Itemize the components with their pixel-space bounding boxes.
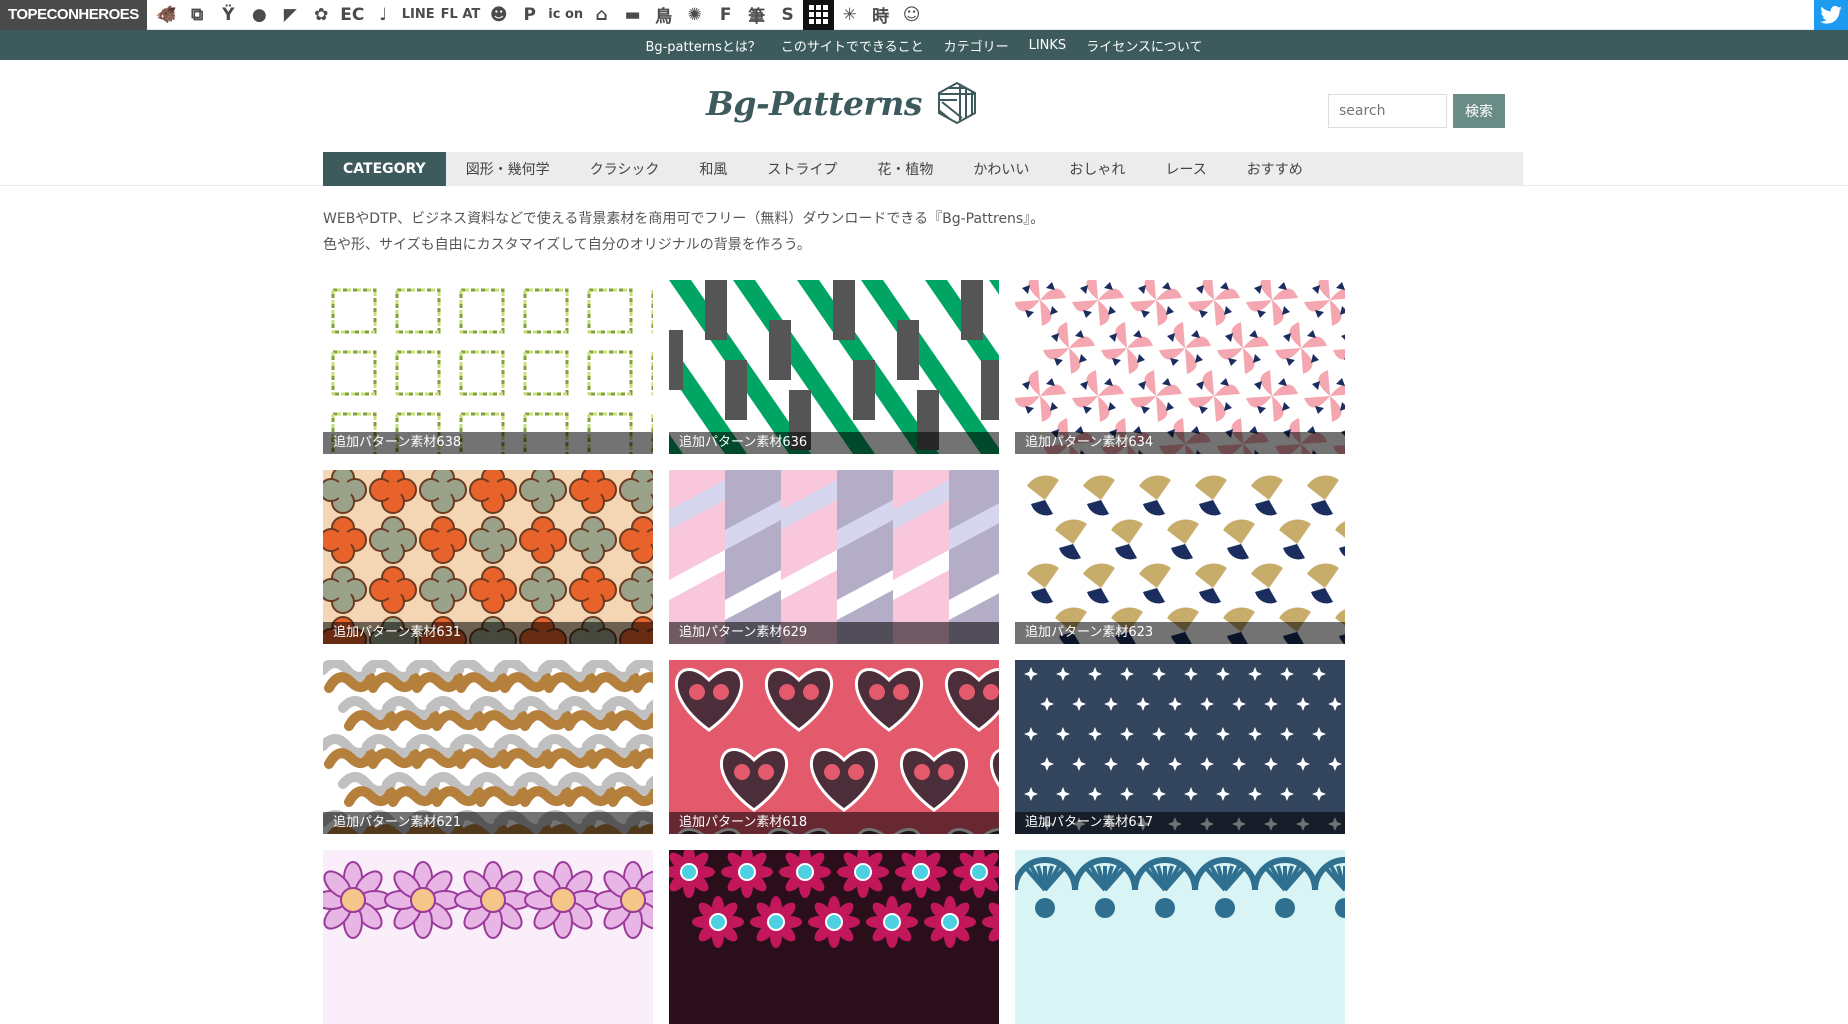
pattern-grid: 追加パターン素材638 追加パターン素材636 追加パターン素材634 追加パターン素… (323, 280, 1345, 1024)
flat-icon[interactable]: FL AT (438, 0, 484, 30)
flower-icon[interactable]: ✿ (306, 0, 337, 30)
main-nav: Bg-patternsとは？ このサイトでできること カテゴリー LINKS ラ… (0, 30, 1848, 60)
category-tab[interactable]: 図形・幾何学 (446, 152, 570, 186)
category-tab[interactable]: クラシック (570, 152, 680, 186)
note-icon[interactable]: ♩ (368, 0, 399, 30)
pattern-caption: 追加パターン素材621 (323, 812, 653, 834)
time-icon[interactable]: 時 (865, 0, 896, 30)
brand-link[interactable]: TOPECONHEROES (0, 0, 147, 30)
pattern-tile[interactable]: 追加パターン素材617 (1015, 660, 1345, 834)
smile-icon[interactable]: ☻ (483, 0, 514, 30)
pattern-image (323, 850, 653, 1024)
pattern-icon[interactable]: ✺ (679, 0, 710, 30)
pattern-tile[interactable]: 追加パターン素材636 (669, 280, 999, 454)
pattern-caption: 追加パターン素材631 (323, 622, 653, 644)
intro-text: WEBやDTP、ビジネス資料などで使える背景素材を商用可でフリー（無料）ダウンロ… (323, 206, 1044, 258)
category-tab[interactable]: 和風 (679, 152, 747, 186)
category-bar-wrap: CATEGORY 図形・幾何学 クラシック 和風 ストライプ 花・植物 かわいい おしゃれ レー… (0, 152, 1848, 186)
search-input[interactable] (1328, 94, 1447, 128)
line-icon[interactable]: LINE (399, 0, 438, 30)
ec-icon[interactable]: EC (337, 0, 368, 30)
nav-category[interactable]: カテゴリー (934, 36, 1019, 55)
p-icon[interactable]: P (514, 0, 545, 30)
pattern-tile[interactable]: 追加パターン素材629 (669, 470, 999, 644)
pattern-image (1015, 470, 1345, 644)
search-form: 検索 (1328, 94, 1505, 128)
s-icon[interactable]: S (772, 0, 803, 30)
burst-icon[interactable]: ✳ (834, 0, 865, 30)
bird-icon[interactable]: 鳥 (648, 0, 679, 30)
pattern-image (323, 280, 653, 454)
pattern-caption: 追加パターン素材618 (669, 812, 999, 834)
pattern-image (669, 660, 999, 834)
pattern-caption: 追加パターン素材623 (1015, 622, 1345, 644)
pattern-tile[interactable]: 追加パターン素材618 (669, 660, 999, 834)
intro-line-2: 色や形、サイズも自由にカスタマイズして自分のオリジナルの背景を作ろう。 (323, 237, 811, 253)
brush-icon[interactable]: 筆 (741, 0, 772, 30)
pattern-tile[interactable]: 追加パターン素材631 (323, 470, 653, 644)
pattern-caption: 追加パターン素材629 (669, 622, 999, 644)
twitter-icon[interactable] (1814, 0, 1848, 30)
nav-about[interactable]: Bg-patternsとは？ (635, 36, 770, 55)
category-label[interactable]: CATEGORY (323, 152, 446, 186)
nav-links[interactable]: LINKS (1019, 38, 1077, 53)
nav-license[interactable]: ライセンスについて (1076, 36, 1212, 55)
category-tab[interactable]: おすすめ (1227, 152, 1323, 186)
face-icon[interactable]: ☺ (896, 0, 927, 30)
pattern-image (1015, 280, 1345, 454)
f-icon[interactable]: F (710, 0, 741, 30)
pattern-caption: 追加パターン素材638 (323, 432, 653, 454)
pattern-caption: 追加パターン素材617 (1015, 812, 1345, 834)
speech-bubble-icon[interactable]: ● (244, 0, 275, 30)
pattern-tile[interactable] (1015, 850, 1345, 1024)
category-bar: CATEGORY 図形・幾何学 クラシック 和風 ストライプ 花・植物 かわいい おしゃれ レー… (323, 152, 1523, 186)
pattern-image (323, 660, 653, 834)
site-header: Bg-Patterns 検索 (0, 60, 1848, 152)
pattern-image (323, 470, 653, 644)
search-button[interactable]: 検索 (1453, 94, 1505, 128)
flag-icon[interactable]: ◤ (275, 0, 306, 30)
category-tab[interactable]: かわいい (953, 152, 1049, 186)
top-icon-bar: TOPECONHEROES 🐗 ⧉ Ÿ ● ◤ ✿ EC ♩ LINE FL AT ☻ Pic on ⌂… (0, 0, 1848, 30)
pig-icon[interactable]: 🐗 (151, 0, 182, 30)
pattern-image (1015, 660, 1345, 834)
house-icon[interactable]: ⌂ (586, 0, 617, 30)
nav-features[interactable]: このサイトでできること (771, 36, 934, 55)
person-icon[interactable]: Ÿ (213, 0, 244, 30)
logo-cube-icon (937, 82, 976, 124)
pattern-caption: 追加パターン素材636 (669, 432, 999, 454)
pattern-image (1015, 850, 1345, 1024)
pattern-tile[interactable]: 追加パターン素材634 (1015, 280, 1345, 454)
category-tab[interactable]: おしゃれ (1049, 152, 1145, 186)
site-icons: 🐗 ⧉ Ÿ ● ◤ ✿ EC ♩ LINE FL AT ☻ Pic on ⌂ ▬ 鳥 ✺ F 筆 S ✳ 時 ☺ (147, 0, 927, 30)
pattern-tile[interactable]: 追加パターン素材621 (323, 660, 653, 834)
category-tab[interactable]: レース (1145, 152, 1226, 186)
icon-text-icon[interactable]: ic on (545, 0, 586, 30)
pattern-tile[interactable]: 追加パターン素材623 (1015, 470, 1345, 644)
pattern-image (669, 470, 999, 644)
overlap-icon[interactable]: ⧉ (182, 0, 213, 30)
logo-text: Bg-Patterns (706, 83, 922, 123)
grid-icon[interactable] (803, 0, 835, 30)
pattern-image (669, 850, 999, 1024)
category-tab[interactable]: ストライプ (747, 152, 857, 186)
pattern-tile[interactable] (669, 850, 999, 1024)
pattern-caption: 追加パターン素材634 (1015, 432, 1345, 454)
site-logo[interactable]: Bg-Patterns (706, 82, 978, 124)
pattern-tile[interactable]: 追加パターン素材638 (323, 280, 653, 454)
pattern-tile[interactable] (323, 850, 653, 1024)
sofa-icon[interactable]: ▬ (617, 0, 648, 30)
category-tab[interactable]: 花・植物 (857, 152, 953, 186)
intro-line-1: WEBやDTP、ビジネス資料などで使える背景素材を商用可でフリー（無料）ダウンロ… (323, 211, 1045, 227)
pattern-image (669, 280, 999, 454)
